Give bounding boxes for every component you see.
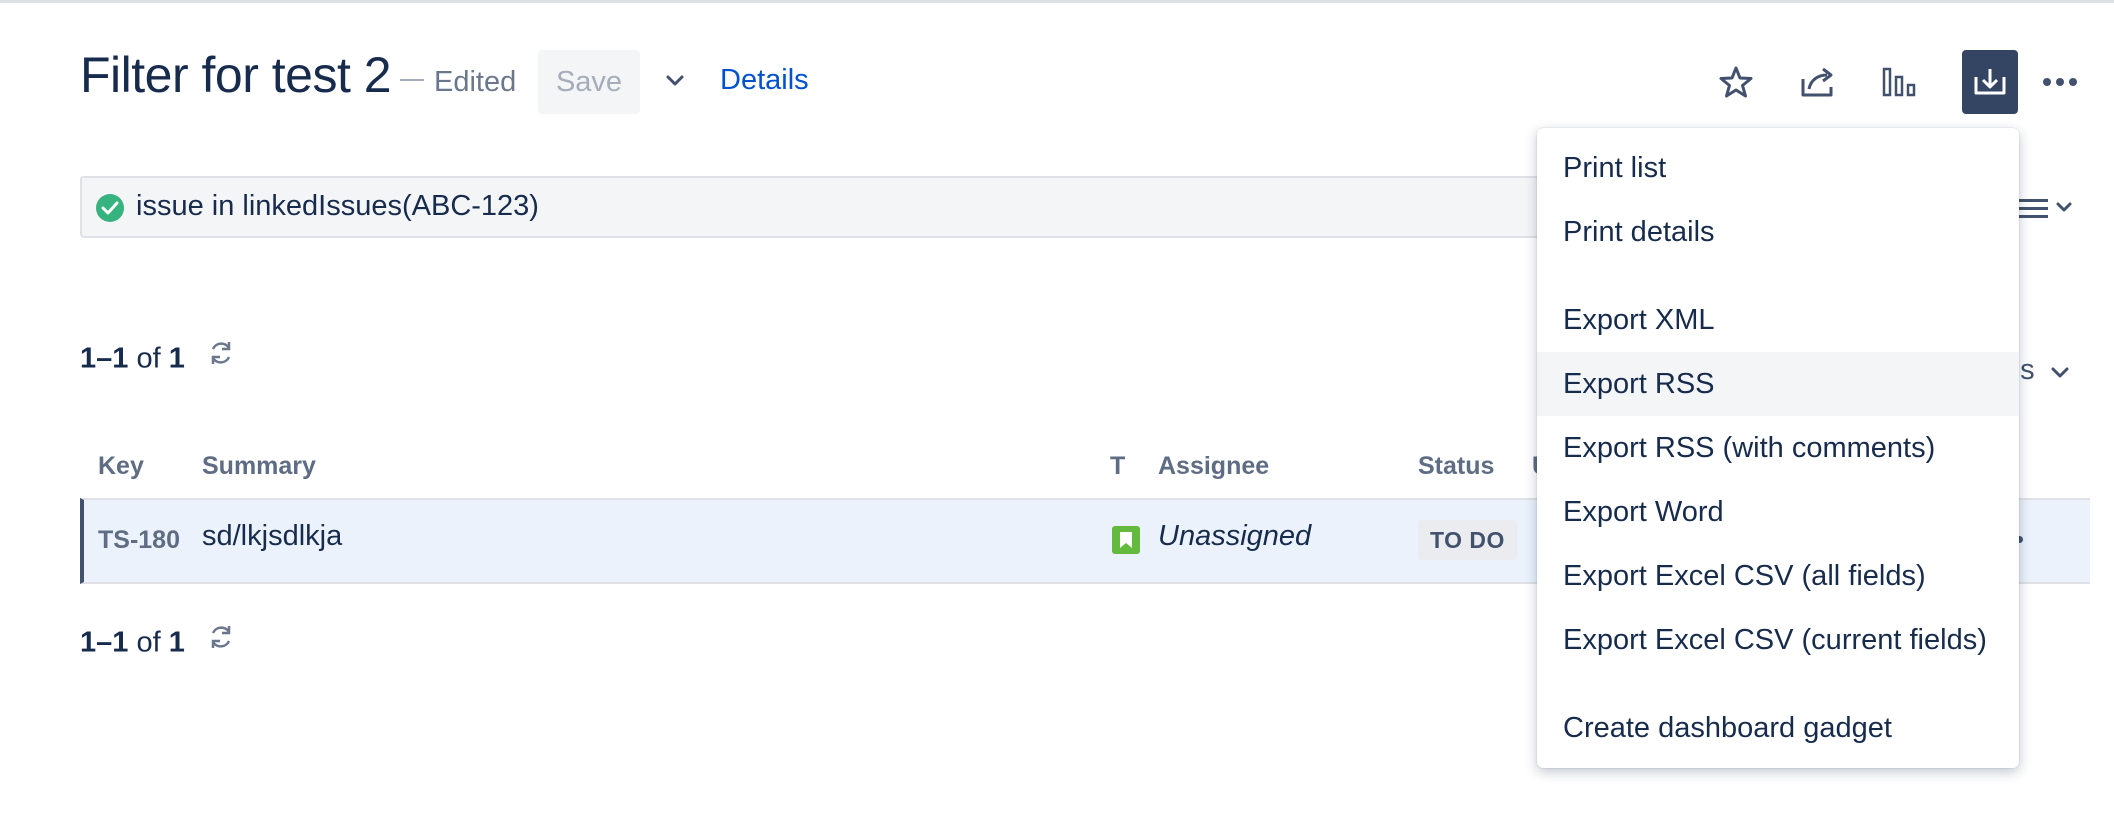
menu-item-export-csv-all[interactable]: Export Excel CSV (all fields): [1537, 544, 2019, 608]
column-header-type[interactable]: T: [1110, 452, 1125, 481]
star-button[interactable]: [1708, 50, 1764, 114]
menu-item-export-rss[interactable]: Export RSS: [1537, 352, 2019, 416]
star-icon: [1719, 66, 1753, 98]
chart-icon: [1882, 67, 1916, 97]
details-link[interactable]: Details: [720, 64, 809, 97]
issue-summary-link[interactable]: sd/lkjsdlkja: [202, 520, 342, 553]
pagination-top: 1–1 of 1: [80, 342, 235, 378]
chevron-down-icon: [2051, 367, 2069, 378]
menu-item-print-details[interactable]: Print details: [1537, 200, 2019, 264]
menu-item-print-list[interactable]: Print list: [1537, 136, 2019, 200]
column-header-assignee[interactable]: Assignee: [1158, 452, 1269, 481]
filter-title: Filter for test 2: [80, 47, 392, 103]
status-badge: TO DO: [1418, 520, 1517, 560]
page-range: 1–1: [80, 342, 129, 375]
check-circle-icon: [96, 194, 124, 222]
jql-query-text: issue in linkedIssues(ABC-123): [136, 190, 539, 222]
jql-search-input[interactable]: issue in linkedIssues(ABC-123): [80, 176, 1540, 238]
chevron-down-icon: [666, 75, 684, 86]
refresh-icon[interactable]: [207, 339, 235, 375]
column-header-summary[interactable]: Summary: [202, 452, 316, 481]
chart-button[interactable]: [1872, 50, 1928, 114]
save-options-button[interactable]: [660, 66, 690, 96]
assignee-cell: Unassigned: [1158, 520, 1312, 552]
top-divider: [0, 0, 2114, 3]
more-actions-button[interactable]: [2032, 50, 2088, 114]
list-icon: [2018, 199, 2072, 218]
list-view-button[interactable]: [2016, 194, 2076, 224]
edited-indicator: Edited: [400, 66, 516, 99]
menu-item-export-xml[interactable]: Export XML: [1537, 288, 2019, 352]
column-header-status[interactable]: Status: [1418, 452, 1494, 481]
export-dropdown-menu: Print list Print details Export XML Expo…: [1537, 128, 2019, 768]
story-icon: [1112, 526, 1140, 554]
menu-item-export-rss-comments[interactable]: Export RSS (with comments): [1537, 416, 2019, 480]
edited-label: Edited: [434, 66, 517, 98]
share-button[interactable]: [1790, 50, 1846, 114]
menu-item-export-csv-current[interactable]: Export Excel CSV (current fields): [1537, 608, 2019, 672]
page-range: 1–1: [80, 626, 129, 659]
more-icon: [2043, 78, 2077, 86]
export-icon: [1974, 69, 2006, 95]
page-of-label: of: [136, 626, 161, 659]
save-button[interactable]: Save: [538, 50, 640, 114]
menu-item-create-gadget[interactable]: Create dashboard gadget: [1537, 696, 2019, 760]
column-header-key[interactable]: Key: [98, 452, 144, 481]
pagination-bottom: 1–1 of 1: [80, 626, 235, 662]
share-icon: [1801, 67, 1833, 97]
menu-item-export-word[interactable]: Export Word: [1537, 480, 2019, 544]
export-button[interactable]: [1962, 50, 2018, 114]
refresh-icon[interactable]: [207, 623, 235, 659]
page-of-label: of: [136, 342, 161, 375]
page-total: 1: [168, 626, 185, 659]
edited-dash: [400, 79, 424, 82]
page-total: 1: [168, 342, 185, 375]
issue-key-link[interactable]: TS-180: [98, 526, 180, 555]
